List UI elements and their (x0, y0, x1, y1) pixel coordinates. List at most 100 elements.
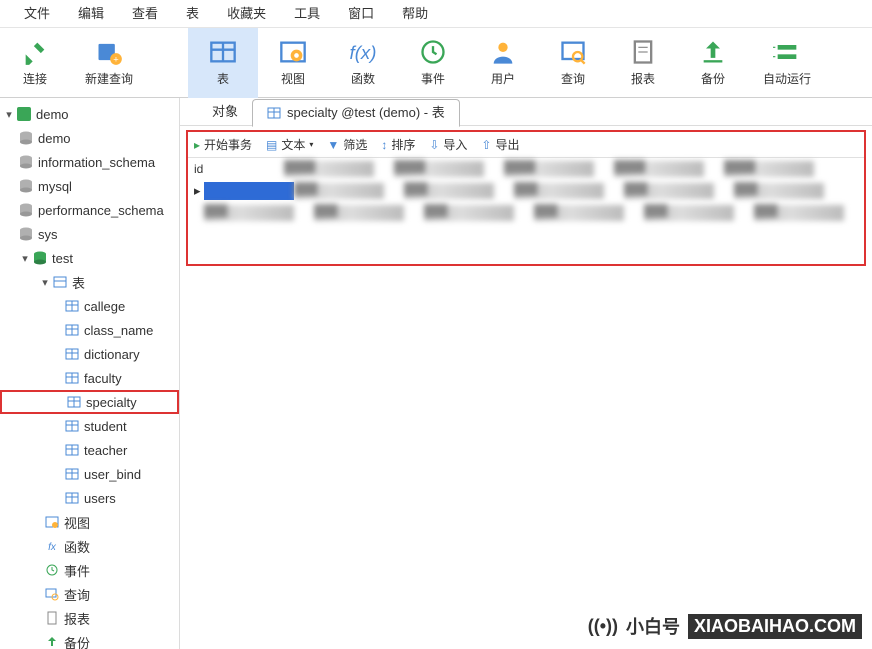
backup-button[interactable]: 备份 (678, 28, 748, 98)
table-users[interactable]: users (0, 486, 179, 510)
events-category[interactable]: 事件 (0, 558, 179, 582)
sort-icon: ↕ (381, 138, 387, 152)
chevron-down-icon: ▾ (18, 252, 32, 265)
backups-category[interactable]: 备份 (0, 630, 179, 649)
db-mysql[interactable]: mysql (0, 174, 179, 198)
db-sys[interactable]: sys (0, 222, 179, 246)
table-icon (52, 274, 68, 290)
reports-category[interactable]: 报表 (0, 606, 179, 630)
db-demo[interactable]: demo (0, 126, 179, 150)
grid-row[interactable]: ▸ ███ ███ ███ ███ ███ (188, 180, 864, 202)
sort-button[interactable]: ↕排序 (381, 136, 415, 153)
new-query-button[interactable]: + 新建查询 (70, 28, 148, 98)
menu-window[interactable]: 窗口 (334, 0, 388, 28)
user-label: 用户 (491, 70, 515, 87)
table-icon (64, 466, 80, 482)
query-icon (559, 38, 587, 66)
table-student[interactable]: student (0, 414, 179, 438)
table-dictionary[interactable]: dictionary (0, 342, 179, 366)
table-class-name[interactable]: class_name (0, 318, 179, 342)
grid-row[interactable]: ███ ███ ███ ███ ███ ███ (188, 202, 864, 224)
play-icon: ▸ (194, 138, 200, 152)
queries-category[interactable]: 查询 (0, 582, 179, 606)
table-icon (64, 418, 80, 434)
user-button[interactable]: 用户 (468, 28, 538, 98)
report-button[interactable]: 报表 (608, 28, 678, 98)
table-icon (64, 298, 80, 314)
broadcast-icon: ((•)) (588, 616, 618, 637)
views-category[interactable]: 视图 (0, 510, 179, 534)
table-icon (209, 38, 237, 66)
function-icon: f(x) (349, 38, 377, 66)
svg-text:+: + (113, 55, 118, 65)
menu-help[interactable]: 帮助 (388, 0, 442, 28)
navigator-panel: ▾ demo demo information_schema mysql per… (0, 98, 180, 649)
grid-header[interactable]: id ████ ████ ████ ████ ████ (188, 158, 864, 180)
plug-icon (21, 38, 49, 66)
tab-specialty[interactable]: specialty @test (demo) - 表 (252, 99, 460, 127)
table-icon (64, 346, 80, 362)
export-button[interactable]: ⇧导出 (481, 136, 519, 153)
col-id[interactable]: id (194, 162, 284, 176)
db-performance-schema[interactable]: performance_schema (0, 198, 179, 222)
grid-toolbar: ▸开始事务 ▤文本▾ ▼筛选 ↕排序 ⇩导入 ⇧导出 (188, 132, 864, 158)
export-icon: ⇧ (481, 138, 491, 152)
new-query-icon: + (95, 38, 123, 66)
menu-view[interactable]: 查看 (118, 0, 172, 28)
menu-tool[interactable]: 工具 (280, 0, 334, 28)
report-icon (44, 610, 60, 626)
functions-category[interactable]: fx函数 (0, 534, 179, 558)
root-label: demo (36, 107, 69, 122)
cell-redacted: ███ (294, 183, 384, 199)
tab-bar: 对象 specialty @test (demo) - 表 (180, 98, 872, 126)
cell-redacted: ███ (624, 183, 714, 199)
menu-table[interactable]: 表 (172, 0, 213, 28)
table-teacher[interactable]: teacher (0, 438, 179, 462)
database-icon (32, 250, 48, 266)
filter-button[interactable]: ▼筛选 (327, 136, 367, 153)
table-button[interactable]: 表 (188, 28, 258, 98)
database-icon (18, 178, 34, 194)
svg-text:fx: fx (48, 542, 57, 553)
cell-selected[interactable] (204, 182, 294, 200)
event-button[interactable]: 事件 (398, 28, 468, 98)
table-user-bind[interactable]: user_bind (0, 462, 179, 486)
menu-edit[interactable]: 编辑 (64, 0, 118, 28)
import-button[interactable]: ⇩导入 (429, 136, 467, 153)
text-button[interactable]: ▤文本▾ (266, 136, 313, 153)
view-button[interactable]: 视图 (258, 28, 328, 98)
cell-redacted: ███ (204, 205, 294, 221)
backup-label: 备份 (701, 70, 725, 87)
begin-transaction-button[interactable]: ▸开始事务 (194, 136, 252, 153)
db-information-schema[interactable]: information_schema (0, 150, 179, 174)
db-test[interactable]: ▾test (0, 246, 179, 270)
data-grid[interactable]: id ████ ████ ████ ████ ████ ▸ ███ ███ (188, 158, 864, 264)
tab-object[interactable]: 对象 (198, 98, 252, 126)
menu-fav[interactable]: 收藏夹 (213, 0, 280, 28)
cell-redacted: ███ (314, 205, 404, 221)
svg-text:f(x): f(x) (350, 42, 377, 63)
clock-icon (44, 562, 60, 578)
table-faculty[interactable]: faculty (0, 366, 179, 390)
autorun-label: 自动运行 (763, 70, 811, 87)
autorun-button[interactable]: 自动运行 (748, 28, 826, 98)
watermark: ((•)) 小白号 XIAOBAIHAO.COM (588, 613, 862, 639)
event-label: 事件 (421, 70, 445, 87)
main-area: 对象 specialty @test (demo) - 表 ▸开始事务 ▤文本▾… (180, 98, 872, 649)
table-callege[interactable]: callege (0, 294, 179, 318)
table-icon (64, 322, 80, 338)
query-button[interactable]: 查询 (538, 28, 608, 98)
user-icon (489, 38, 517, 66)
connect-button[interactable]: 连接 (0, 28, 70, 98)
cell-redacted: ███ (404, 183, 494, 199)
new-query-label: 新建查询 (85, 70, 133, 87)
menu-file[interactable]: 文件 (10, 0, 64, 28)
function-button[interactable]: f(x) 函数 (328, 28, 398, 98)
table-specialty[interactable]: specialty (0, 390, 179, 414)
data-grid-highlight: ▸开始事务 ▤文本▾ ▼筛选 ↕排序 ⇩导入 ⇧导出 id ████ ████ … (186, 130, 866, 266)
row-selector-icon: ▸ (194, 183, 204, 199)
tables-category[interactable]: ▾表 (0, 270, 179, 294)
tree-root-demo[interactable]: ▾ demo (0, 102, 179, 126)
view-icon (279, 38, 307, 66)
table-icon (64, 370, 80, 386)
